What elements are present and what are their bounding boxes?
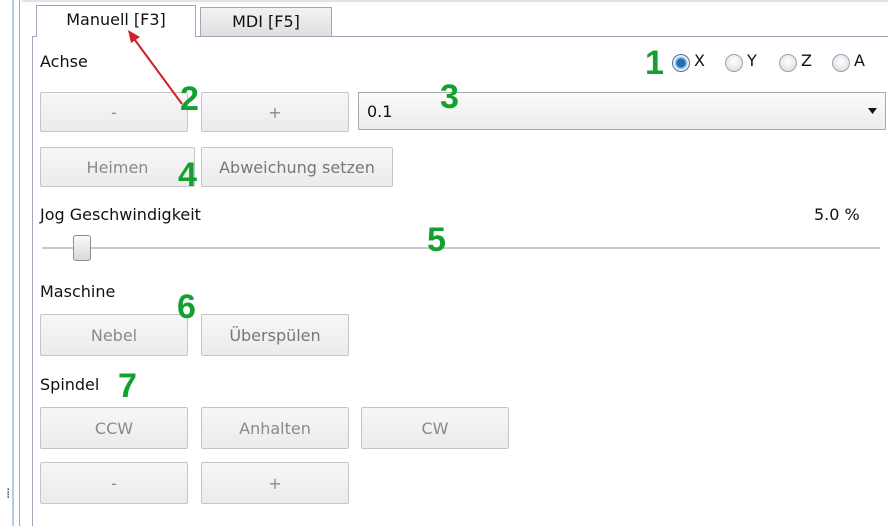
axis-radio-x-label: X: [694, 51, 705, 70]
spindle-speed-plus-button[interactable]: +: [201, 462, 349, 504]
axis-radio-z[interactable]: [779, 54, 797, 72]
splitter-grip-icon[interactable]: ⁞: [6, 486, 10, 502]
home-button[interactable]: Heimen: [40, 147, 195, 187]
tab-manuell-label: Manuell [F3]: [66, 10, 166, 29]
chevron-down-icon: [868, 108, 877, 114]
jog-speed-slider-thumb[interactable]: [73, 235, 91, 261]
axis-radio-a[interactable]: [832, 54, 850, 72]
flood-button[interactable]: Überspülen: [201, 314, 349, 356]
left-border-line: [12, 0, 14, 526]
spindle-stop-button[interactable]: Anhalten: [201, 407, 349, 449]
tab-mdi[interactable]: MDI [F5]: [200, 7, 332, 37]
left-border-line-inner: [19, 0, 20, 526]
mist-button[interactable]: Nebel: [40, 314, 188, 356]
annotation-7: 7: [118, 367, 137, 405]
annotation-3: 3: [440, 78, 459, 116]
axis-radio-x[interactable]: [672, 54, 690, 72]
annotation-1: 1: [645, 44, 664, 82]
top-divider: [22, 0, 888, 2]
set-offset-button[interactable]: Abweichung setzen: [201, 147, 393, 187]
spindle-label: Spindel: [40, 375, 100, 394]
axis-radio-y[interactable]: [725, 54, 743, 72]
axis-radio-a-label: A: [854, 51, 865, 70]
annotation-4: 4: [178, 156, 197, 194]
spindle-speed-minus-button[interactable]: -: [40, 462, 188, 504]
jog-speed-value: 5.0 %: [814, 205, 860, 224]
annotation-arrow-icon: [128, 30, 183, 105]
axis-label: Achse: [40, 52, 88, 71]
jog-speed-slider-track[interactable]: [42, 247, 880, 249]
spindle-cw-button[interactable]: CW: [361, 407, 509, 449]
jog-speed-label: Jog Geschwindigkeit: [40, 205, 201, 224]
axis-radio-y-label: Y: [747, 51, 757, 70]
jog-step-select[interactable]: 0.1: [358, 92, 886, 130]
annotation-6: 6: [177, 288, 196, 326]
axis-jog-plus-button[interactable]: +: [201, 92, 349, 132]
annotation-5: 5: [427, 221, 446, 259]
jog-step-value: 0.1: [367, 102, 393, 121]
spindle-ccw-button[interactable]: CCW: [40, 407, 188, 449]
machine-label: Maschine: [40, 282, 116, 301]
tab-mdi-label: MDI [F5]: [232, 12, 300, 31]
axis-radio-z-label: Z: [801, 51, 812, 70]
